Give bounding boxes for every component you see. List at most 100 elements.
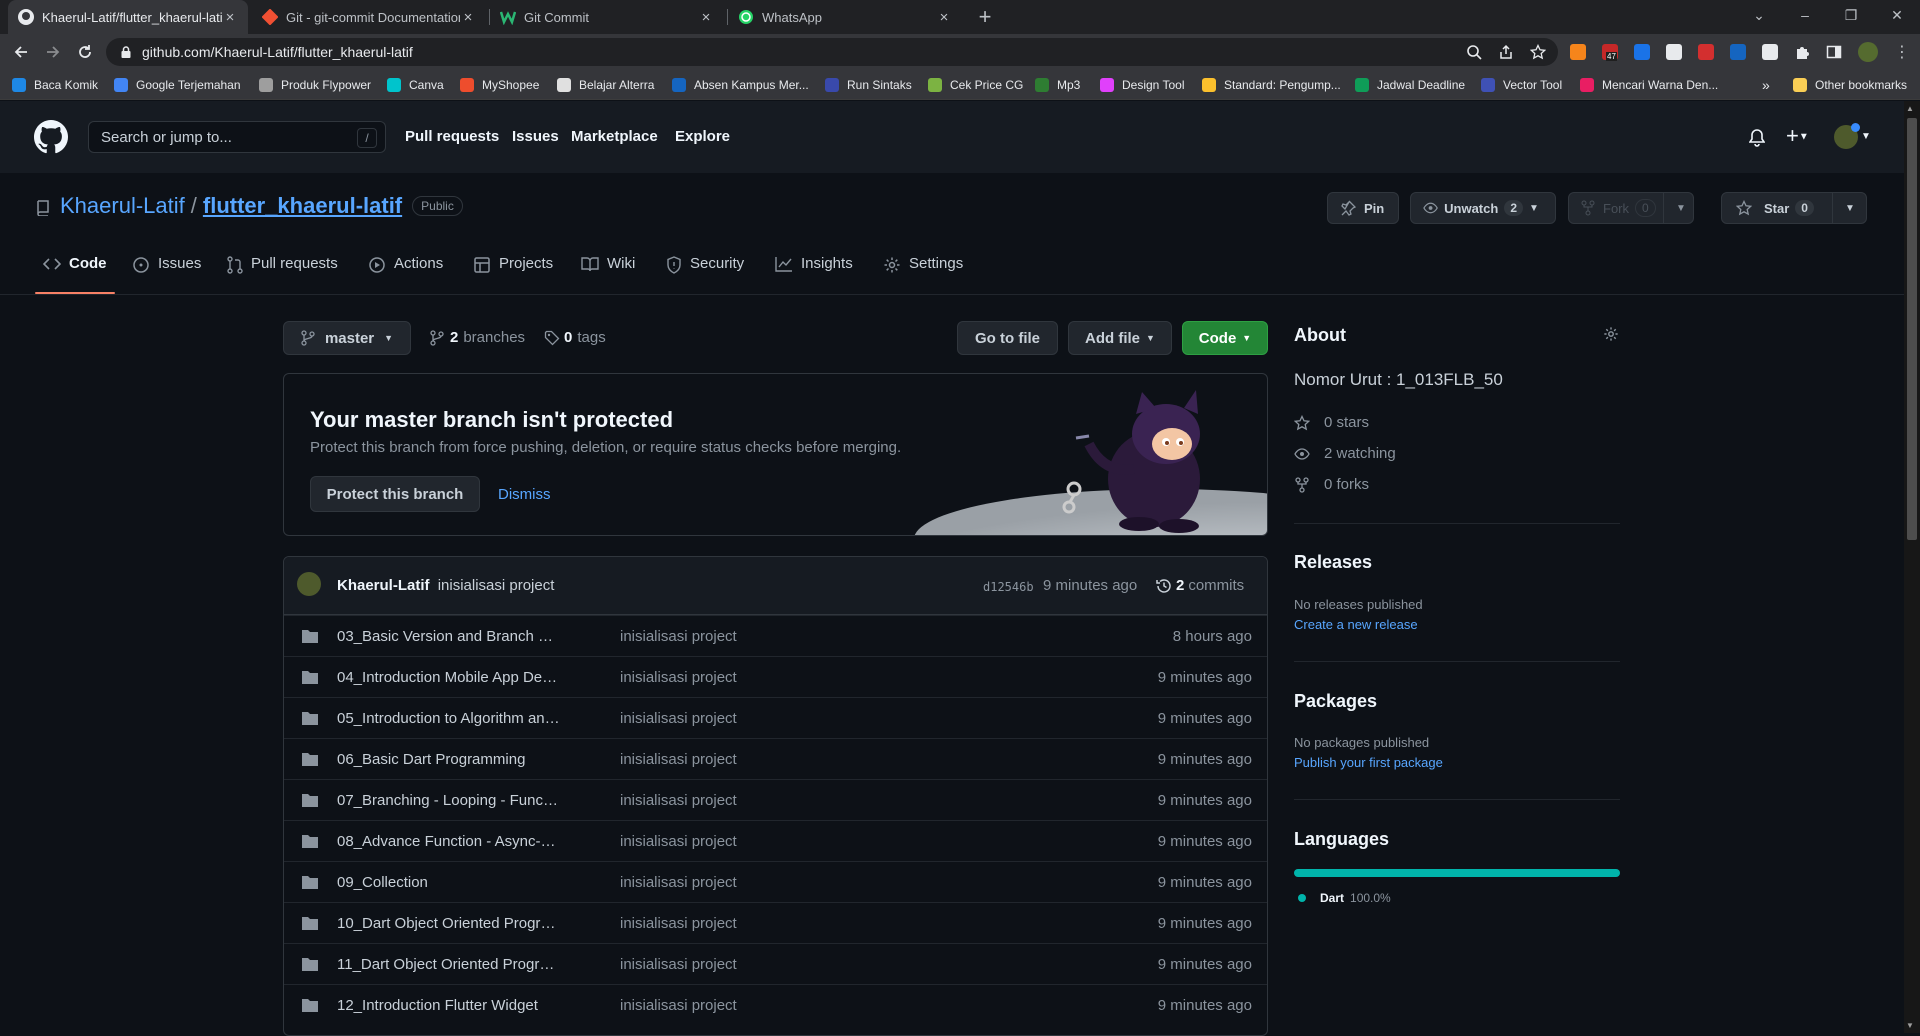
back-button[interactable] [9,40,33,64]
bookmark-item[interactable]: Cek Price CG [928,77,1023,93]
bookmark-item[interactable]: Design Tool [1100,77,1184,93]
github-logo-icon[interactable] [34,120,68,154]
close-tab-icon[interactable]: × [936,9,952,26]
scrollbar-thumb[interactable] [1907,118,1917,540]
nav-explore[interactable]: Explore [675,128,730,145]
fork-dropdown-caret-icon[interactable]: ▼ [1676,203,1686,214]
browser-menu-icon[interactable]: ⋮ [1890,40,1914,64]
pin-button[interactable]: Pin [1327,192,1399,224]
bookmark-item[interactable]: Canva [387,77,444,93]
releases-heading[interactable]: Releases [1294,552,1372,573]
search-input[interactable]: Search or jump to... / [88,121,386,153]
nav-issues[interactable]: Issues [512,128,559,145]
browser-tab-whatsapp[interactable]: WhatsApp × [728,0,962,34]
puzzle-extensions-icon[interactable] [1794,44,1810,60]
commit-author-link[interactable]: Khaerul-Latif [337,577,430,594]
minimize-button[interactable]: – [1782,0,1828,30]
table-row[interactable]: 11_Dart Object Oriented Programmin... ini… [284,943,1267,984]
b-extension-icon[interactable] [1762,44,1778,60]
bookmark-item[interactable]: Absen Kampus Mer... [672,77,809,93]
file-name-link[interactable]: 10_Dart Object Oriented Programmin... [337,915,562,932]
commit-message-link[interactable]: inisialisasi project [438,577,555,594]
bookmark-item[interactable]: Run Sintaks [825,77,912,93]
unwatch-dropdown-caret-icon[interactable]: ▼ [1529,203,1539,214]
repo-owner-link[interactable]: Khaerul-Latif [60,193,185,219]
side-panel-icon[interactable] [1826,44,1842,60]
table-row[interactable]: 08_Advance Function - Async-Await inisial… [284,820,1267,861]
file-commit-message[interactable]: inisialisasi project [620,997,737,1014]
new-tab-button[interactable]: + [972,5,998,31]
star-bookmark-icon[interactable] [1530,44,1546,60]
table-row[interactable]: 10_Dart Object Oriented Programmin... ini… [284,902,1267,943]
nav-marketplace[interactable]: Marketplace [571,128,658,145]
tab-settings[interactable]: Settings [883,255,963,295]
browser-tab-git-commit[interactable]: Git Commit × [490,0,724,34]
bookmark-item[interactable]: Jadwal Deadline [1355,77,1465,93]
file-commit-message[interactable]: inisialisasi project [620,833,737,850]
bookmark-item[interactable]: Google Terjemahan [114,77,241,93]
bookmarks-overflow-button[interactable]: » [1762,77,1770,93]
reload-button[interactable] [73,40,97,64]
metamask-extension-icon[interactable] [1570,44,1586,60]
table-row[interactable]: 06_Basic Dart Programming inisialisasi pr… [284,738,1267,779]
language-item-dart[interactable]: Dart 100.0% [1298,891,1391,905]
file-name-link[interactable]: 12_Introduction Flutter Widget [337,997,562,1014]
scroll-up-arrow-icon[interactable]: ▲ [1906,104,1914,113]
author-avatar[interactable] [297,572,321,596]
forks-link[interactable]: 0 forks [1294,476,1369,493]
docs-extension-icon[interactable] [1730,44,1746,60]
star-dropdown-caret-icon[interactable]: ▼ [1845,203,1855,214]
create-new-dropdown[interactable]: +▼ [1786,123,1809,149]
tab-search-icon[interactable]: ⌄ [1736,0,1782,30]
bookmark-item[interactable]: Standard: Pengump... [1202,77,1341,93]
watching-link[interactable]: 2 watching [1294,445,1396,462]
bookmark-item[interactable]: MyShopee [460,77,539,93]
bookmark-item[interactable]: Vector Tool [1481,77,1562,93]
translate-extension-icon[interactable] [1634,44,1650,60]
add-file-button[interactable]: Add file ▼ [1068,321,1172,355]
gear-icon[interactable] [1603,326,1619,342]
file-name-link[interactable]: 09_Collection [337,874,562,891]
bookmark-item[interactable]: Mencari Warna Den... [1580,77,1718,93]
other-bookmarks-folder[interactable]: Other bookmarks [1793,77,1907,93]
file-name-link[interactable]: 07_Branching - Looping - Function [337,792,562,809]
address-bar[interactable]: github.com/Khaerul-Latif/flutter_khaerul… [106,38,1558,66]
file-commit-message[interactable]: inisialisasi project [620,751,737,768]
close-window-button[interactable]: ✕ [1874,0,1920,30]
dismiss-link[interactable]: Dismiss [498,486,551,503]
file-commit-message[interactable]: inisialisasi project [620,915,737,932]
table-row[interactable]: 07_Branching - Looping - Function inisial… [284,779,1267,820]
table-row[interactable]: 12_Introduction Flutter Widget inisialisa… [284,984,1267,1025]
file-commit-message[interactable]: inisialisasi project [620,874,737,891]
stars-link[interactable]: 0 stars [1294,414,1369,431]
nav-pull-requests[interactable]: Pull requests [405,128,499,145]
packages-heading[interactable]: Packages [1294,691,1377,712]
zoom-icon[interactable] [1466,44,1482,60]
share-icon[interactable] [1498,44,1514,60]
close-tab-icon[interactable]: × [460,9,476,26]
file-name-link[interactable]: 11_Dart Object Oriented Programmin... [337,956,562,973]
forward-button[interactable] [41,40,65,64]
tab-issues[interactable]: Issues [132,255,201,295]
code-dropdown-button[interactable]: Code ▼ [1182,321,1268,355]
extension-badge-icon[interactable]: 47 [1602,44,1618,61]
commits-history-link[interactable]: 2 commits [1156,577,1244,594]
file-commit-message[interactable]: inisialisasi project [620,669,737,686]
publish-package-link[interactable]: Publish your first package [1294,755,1443,770]
file-name-link[interactable]: 06_Basic Dart Programming [337,751,562,768]
commit-sha-link[interactable]: d12546b [983,580,1034,594]
bookmark-item[interactable]: Belajar Alterra [557,77,654,93]
qr-extension-icon[interactable] [1666,44,1682,60]
file-name-link[interactable]: 08_Advance Function - Async-Await [337,833,562,850]
close-tab-icon[interactable]: × [222,9,238,26]
file-name-link[interactable]: 04_Introduction Mobile App Develop... [337,669,562,686]
bookmark-item[interactable]: Baca Komik [12,77,98,93]
scroll-down-arrow-icon[interactable]: ▼ [1906,1021,1914,1030]
color-picker-extension-icon[interactable] [1698,44,1714,60]
table-row[interactable]: 04_Introduction Mobile App Develop... ini… [284,656,1267,697]
protect-branch-button[interactable]: Protect this branch [310,476,480,512]
tab-projects[interactable]: Projects [473,255,553,295]
go-to-file-button[interactable]: Go to file [957,321,1058,355]
tab-pull-requests[interactable]: Pull requests [227,255,338,295]
avatar-dropdown-caret-icon[interactable]: ▼ [1861,131,1871,142]
